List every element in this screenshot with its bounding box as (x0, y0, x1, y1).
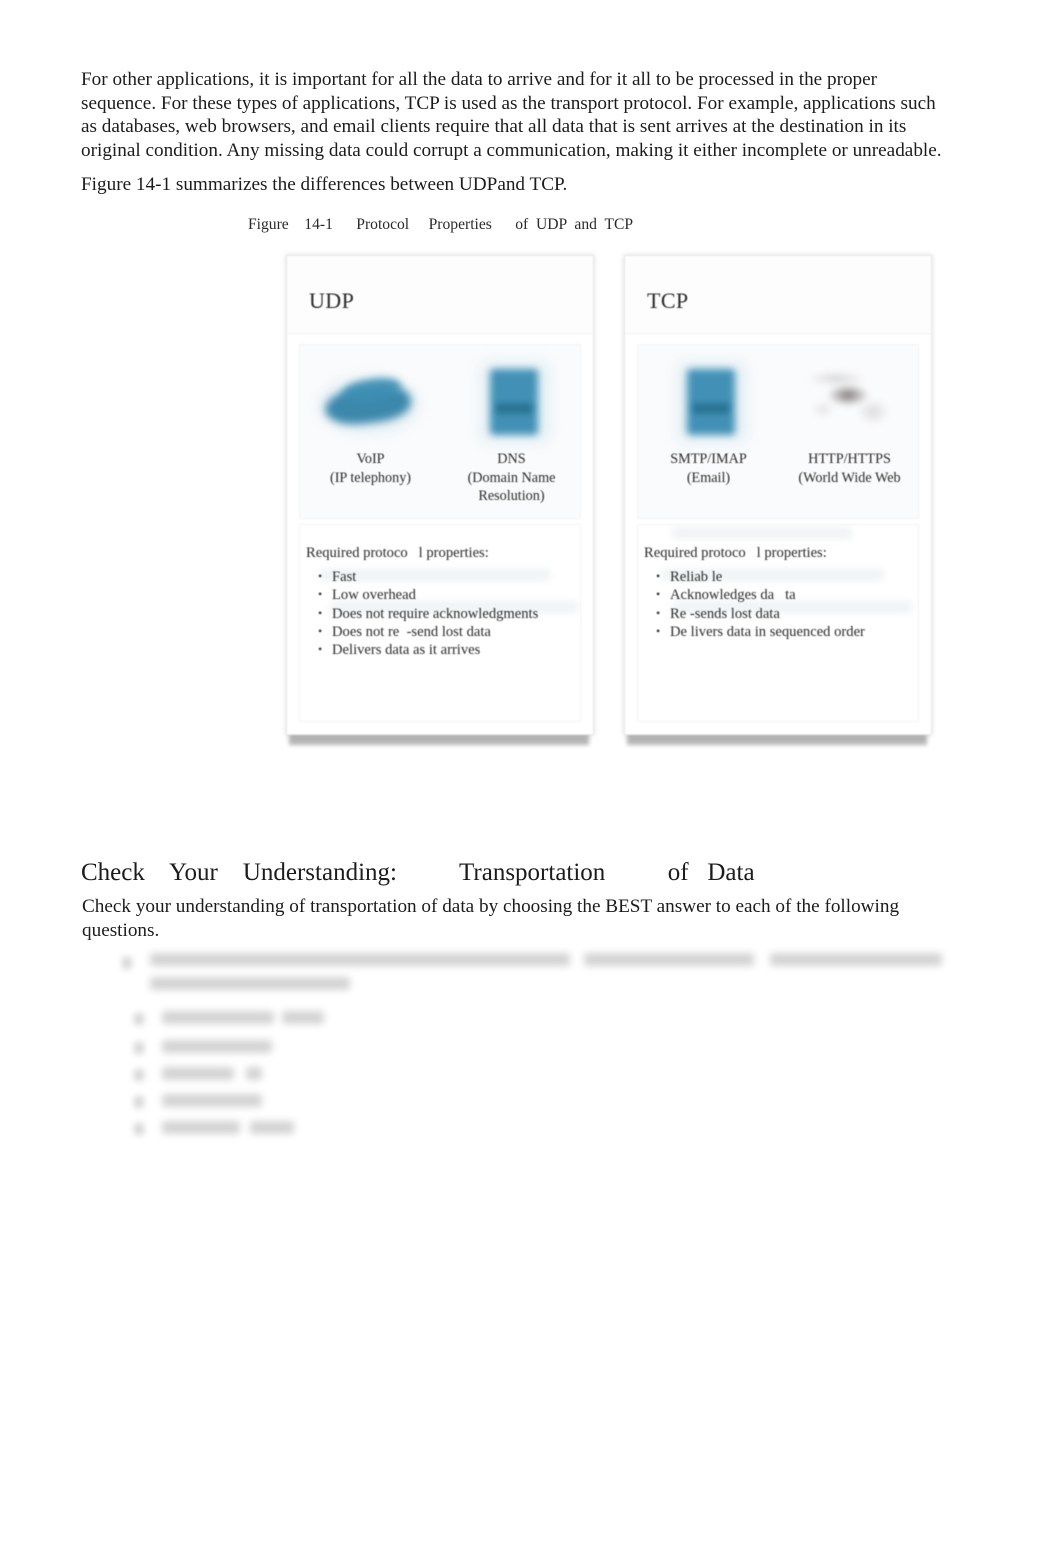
figure-caption: Figure 14-1 Protocol Properties of UDP a… (248, 216, 634, 233)
dns-description: (Domain Name Resolution) (467, 469, 556, 505)
smtp-imap-description: (Email) (686, 469, 731, 486)
udp-property-item: Fast (318, 567, 538, 586)
voip-name: VoIP (356, 451, 385, 467)
tcp-applications-panel: SMTP/IMAP (Email) HTTP/HTTPS (World Wide… (637, 344, 919, 519)
tcp-property-item: Re -sends lost data (656, 604, 865, 623)
smtp-imap-caption: SMTP/IMAP (Email) (638, 450, 779, 487)
udp-applications-panel: VoIP (IP telephony) DNS (Domain Name Res… (299, 344, 581, 519)
udp-properties-list: Fast Low overhead Does not require ackno… (318, 567, 538, 659)
tcp-properties-panel: Required protoco l properties: Reliab le… (637, 524, 919, 722)
tcp-property-item: De livers data in sequenced order (656, 622, 865, 641)
voip-caption: VoIP (IP telephony) (300, 450, 441, 487)
udp-property-item: Delivers data as it arrives (318, 640, 538, 659)
udp-properties-panel: Required protoco l properties: Fast Low … (299, 524, 581, 722)
tcp-application-http-https: HTTP/HTTPS (World Wide Web (779, 345, 920, 520)
udp-properties-title: Required protoco l properties: (306, 545, 489, 561)
tcp-card-header: TCP (625, 256, 931, 334)
http-https-description: (World Wide Web (798, 469, 901, 486)
tcp-property-item: Reliab le (656, 567, 865, 586)
figure-reference-line: Figure 14-1 summarizes the differences b… (81, 174, 568, 195)
udp-card-title: UDP (309, 288, 355, 313)
tcp-property-item: Acknowledges da ta (656, 585, 865, 604)
dns-caption: DNS (Domain Name Resolution) (441, 450, 582, 506)
dns-server-icon (458, 357, 566, 443)
udp-card: UDP VoIP (IP telephony) DNS (Domain Name… (286, 255, 594, 735)
udp-application-voip: VoIP (IP telephony) (300, 345, 441, 520)
tcp-properties-list: Reliab le Acknowledges da ta Re -sends l… (656, 567, 865, 641)
section-paragraph: Check your understanding of transportati… (82, 895, 902, 942)
dns-name: DNS (497, 451, 526, 467)
smtp-imap-name: SMTP/IMAP (670, 451, 747, 467)
section-paragraph-text: Check your understanding of transportati… (82, 896, 900, 941)
voip-description: (IP telephony) (329, 469, 412, 486)
tcp-properties-title: Required protoco l properties: (644, 545, 827, 561)
udp-property-item: Does not re -send lost data (318, 622, 538, 641)
tcp-card: TCP SMTP/IMAP (Email) HTTP/HTTPS (World … (624, 255, 932, 735)
figure-protocol-properties: UDP VoIP (IP telephony) DNS (Domain Name… (286, 255, 932, 755)
section-heading: Check Your Understanding: Transportation… (81, 859, 755, 886)
globe-world-map-icon (796, 357, 904, 443)
tcp-application-smtp-imap: SMTP/IMAP (Email) (638, 345, 779, 520)
tcp-card-title: TCP (647, 288, 689, 313)
http-https-caption: HTTP/HTTPS (World Wide Web (779, 450, 920, 487)
quiz-block-redacted (122, 945, 952, 1145)
udp-card-header: UDP (287, 256, 593, 334)
email-server-icon (655, 357, 763, 443)
intro-paragraph: For other applications, it is important … (81, 68, 949, 162)
document-page: For other applications, it is important … (0, 0, 1062, 1561)
udp-property-item: Low overhead (318, 585, 538, 604)
voip-phone-icon (317, 357, 425, 443)
http-https-name: HTTP/HTTPS (808, 451, 891, 467)
udp-property-item: Does not require acknowledgments (318, 604, 538, 623)
intro-paragraph-text: For other applications, it is important … (81, 69, 942, 161)
udp-application-dns: DNS (Domain Name Resolution) (441, 345, 582, 520)
